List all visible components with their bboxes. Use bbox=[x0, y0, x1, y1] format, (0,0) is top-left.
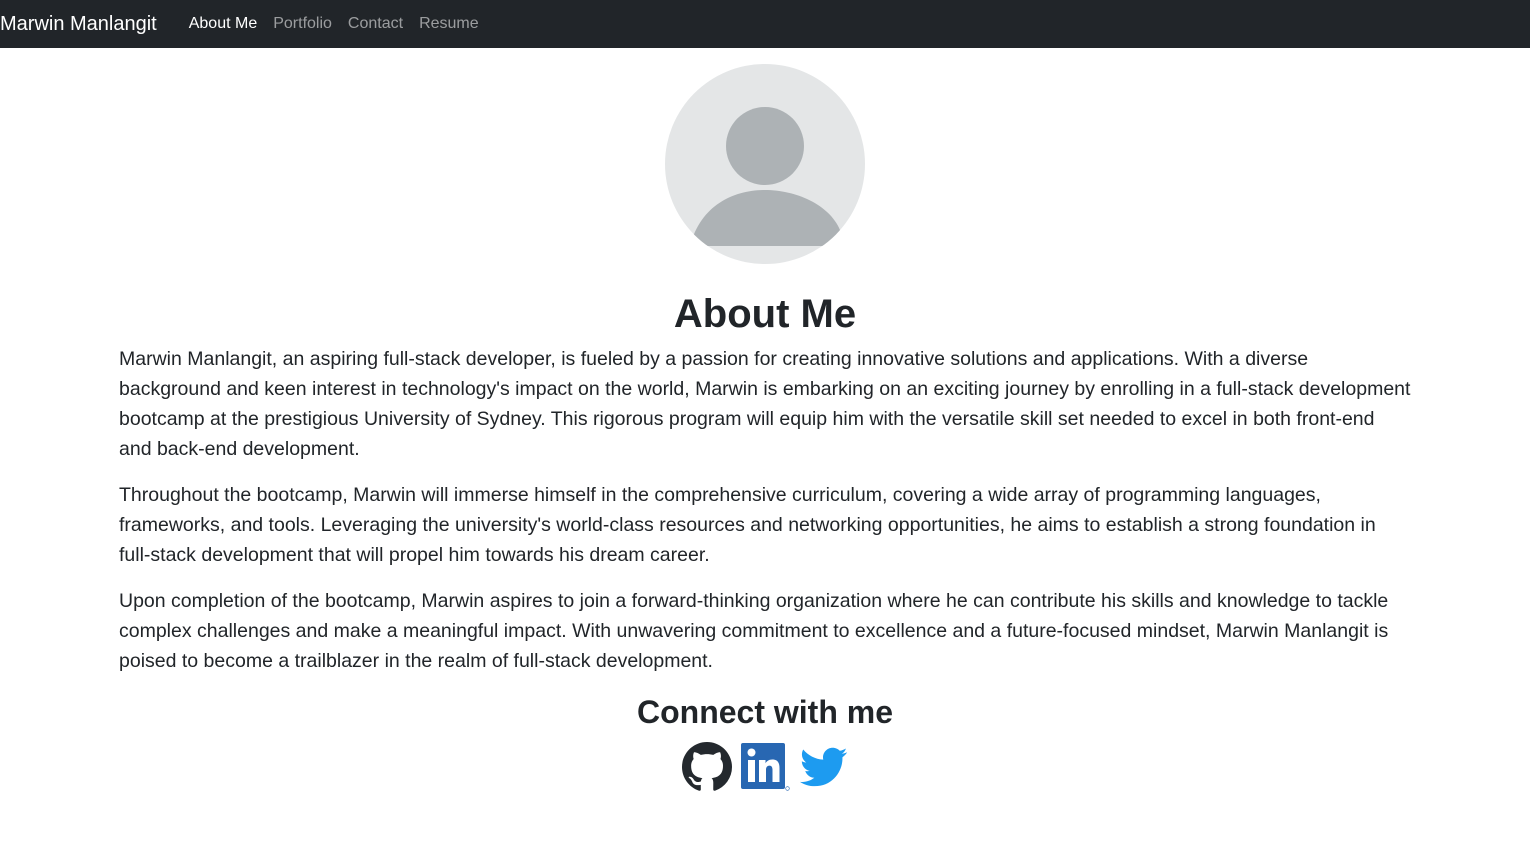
github-link[interactable] bbox=[682, 742, 732, 792]
bio-paragraph: Upon completion of the bootcamp, Marwin … bbox=[119, 590, 1389, 672]
bio-paragraph: Throughout the bootcamp, Marwin will imm… bbox=[119, 484, 1376, 566]
twitter-icon bbox=[799, 747, 848, 787]
bio-paragraph: Marwin Manlangit, an aspiring full-stack… bbox=[119, 348, 1411, 460]
bio-section: Marwin Manlangit, an aspiring full-stack… bbox=[119, 344, 1411, 676]
nav-link-about-me[interactable]: About Me bbox=[181, 15, 265, 33]
nav-link-contact[interactable]: Contact bbox=[340, 15, 411, 33]
avatar-container bbox=[119, 64, 1411, 264]
linkedin-icon bbox=[741, 743, 790, 791]
github-icon bbox=[682, 742, 732, 791]
nav-link-portfolio[interactable]: Portfolio bbox=[265, 15, 340, 33]
brand-link[interactable]: Marwin Manlangit bbox=[0, 13, 157, 36]
linkedin-link[interactable] bbox=[740, 742, 790, 792]
main-content: About Me Marwin Manlangit, an aspiring f… bbox=[119, 64, 1411, 792]
nav-link-resume[interactable]: Resume bbox=[411, 15, 487, 33]
navbar: Marwin Manlangit About Me Portfolio Cont… bbox=[0, 0, 1530, 48]
connect-heading: Connect with me bbox=[636, 694, 893, 730]
twitter-link[interactable] bbox=[798, 742, 848, 792]
profile-placeholder-icon bbox=[690, 107, 840, 246]
social-links bbox=[119, 742, 1411, 792]
page-title: About Me bbox=[673, 292, 857, 336]
avatar bbox=[665, 64, 865, 264]
